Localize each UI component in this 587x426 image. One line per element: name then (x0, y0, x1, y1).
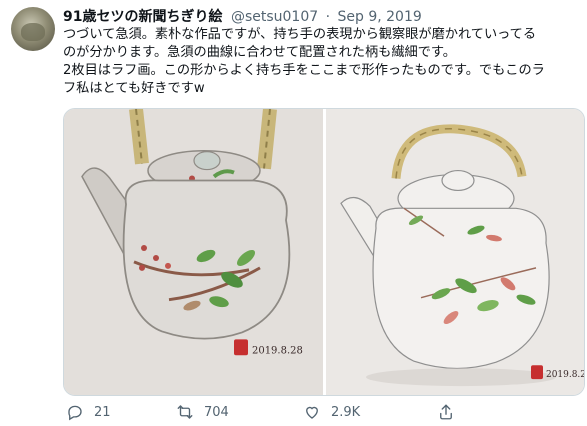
tweet-media: 2019.8.28 2019.8. (63, 108, 585, 396)
photo-teapot-sketch[interactable]: 2019.8.21 (326, 109, 585, 395)
tweet-actions: 21 704 2.9K (63, 401, 583, 423)
avatar[interactable] (11, 7, 55, 51)
author-handle[interactable]: @setsu0107 (231, 9, 318, 25)
tweet-text-line: つづいて急須。素朴な作品ですが、持ち手の表現から観察眼が磨かれていってる (63, 27, 537, 42)
share-button[interactable] (437, 401, 465, 423)
reply-icon (66, 403, 84, 421)
like-button[interactable]: 2.9K (303, 401, 360, 423)
tweet-text-line: のが分かります。急須の曲線に合わせて配置された柄も繊細です。 (63, 45, 456, 60)
tweet-date[interactable]: Sep 9, 2019 (338, 9, 422, 25)
retweet-icon (176, 403, 194, 421)
reply-count: 21 (94, 404, 111, 420)
reply-button[interactable]: 21 (66, 401, 111, 423)
heart-icon (303, 403, 321, 421)
tweet-text-line: 2枚目はラフ画。この形からよく持ち手をここまで形作ったものです。でもこのラ (63, 63, 545, 78)
retweet-count: 704 (204, 404, 229, 420)
tweet-text: つづいて急須。素朴な作品ですが、持ち手の表現から観察眼が磨かれていってる のが分… (63, 26, 581, 98)
separator-dot: · (325, 9, 331, 25)
photo-signature: 2019.8.28 (252, 345, 303, 356)
tweet-header: 91歳セツの新聞ちぎり絵 @setsu0107 · Sep 9, 2019 (63, 7, 422, 27)
photo-signature: 2019.8.21 (546, 370, 585, 380)
like-count: 2.9K (331, 404, 361, 420)
author-name[interactable]: 91歳セツの新聞ちぎり絵 (63, 9, 222, 25)
share-icon (437, 403, 455, 421)
tweet-text-line: フ私はとても好きですw (63, 81, 205, 96)
photo-teapot-collage[interactable]: 2019.8.28 (64, 109, 323, 395)
retweet-button[interactable]: 704 (176, 401, 229, 423)
